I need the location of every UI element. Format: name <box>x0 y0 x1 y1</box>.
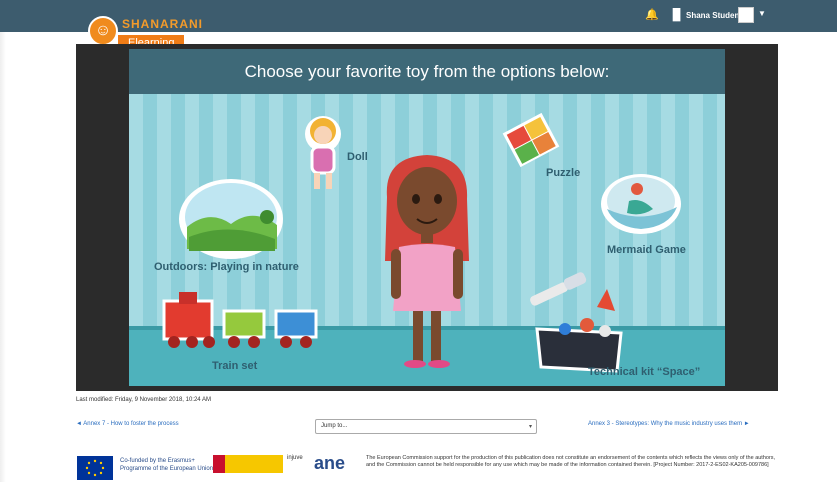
brand-name[interactable]: SHANARANI <box>122 17 203 31</box>
spain-government-logo <box>213 455 283 473</box>
brand-logo-icon[interactable]: ☺ <box>88 16 118 46</box>
next-activity-link[interactable]: Annex 3 - Stereotypes: Why the music ind… <box>588 421 750 427</box>
topbar-icons: 🔔 ▐▌ <box>645 8 685 22</box>
nature-landscape-icon[interactable] <box>179 179 283 259</box>
scene-illustrations <box>162 112 681 373</box>
option-mermaid-label[interactable]: Mermaid Game <box>607 244 686 256</box>
puzzle-icon[interactable] <box>502 112 560 168</box>
chevron-down-icon: ▾ <box>528 424 532 430</box>
messages-icon[interactable]: ▐▌ <box>669 9 685 21</box>
toy-choice-scene: Choose your favorite toy from the option… <box>129 49 725 386</box>
girl-character-icon <box>385 155 469 368</box>
option-train-label[interactable]: Train set <box>212 360 257 372</box>
user-menu-caret-icon[interactable]: ▼ <box>758 9 766 18</box>
eu-flag-logo <box>77 456 113 480</box>
erasmus-cofunded-text: Co-funded by the Erasmus+ Programme of t… <box>120 458 214 472</box>
prev-activity-link[interactable]: ◄ Annex 7 - How to foster the process <box>76 421 179 427</box>
train-set-icon[interactable] <box>162 292 318 348</box>
option-puzzle-label[interactable]: Puzzle <box>546 167 580 179</box>
option-outdoors-label[interactable]: Outdoors: Playing in nature <box>154 261 299 273</box>
activity-stage: Choose your favorite toy from the option… <box>76 44 778 391</box>
mermaid-icon[interactable] <box>601 174 681 234</box>
injuve-logo: injuve <box>287 455 303 461</box>
avatar[interactable] <box>738 7 754 23</box>
option-space-label[interactable]: Technical kit “Space” <box>588 366 700 378</box>
eu-stars-icon <box>85 459 105 477</box>
option-doll-label[interactable]: Doll <box>347 151 368 163</box>
doll-icon[interactable] <box>305 116 341 189</box>
ec-disclaimer: The European Commission support for the … <box>366 455 776 468</box>
page-edge-shadow <box>0 32 6 482</box>
space-kit-icon[interactable] <box>529 271 623 373</box>
jump-to-value: Jump to... <box>321 423 348 429</box>
ane-logo: ane <box>314 453 346 473</box>
jump-to-select[interactable]: Jump to... ▾ <box>315 419 537 434</box>
last-modified: Last modified: Friday, 9 November 2018, … <box>76 397 211 403</box>
user-name[interactable]: Shana Student <box>686 11 742 20</box>
notification-bell-icon[interactable]: 🔔 <box>645 8 659 21</box>
